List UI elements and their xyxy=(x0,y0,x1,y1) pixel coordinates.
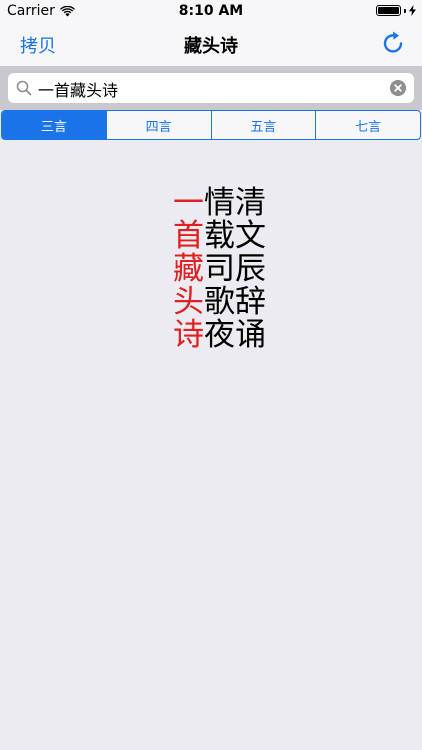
acrostic-poem: 一情清 首载文 藏司辰 头歌辞 诗夜诵 xyxy=(173,187,266,352)
search-bar: 一首藏头诗 xyxy=(0,66,422,110)
segment-three-char[interactable]: 三言 xyxy=(2,111,106,139)
poem-line: 首载文 xyxy=(173,220,266,253)
poem-line: 一情清 xyxy=(173,187,266,220)
navigation-bar: 拷贝 藏头诗 xyxy=(0,22,422,66)
battery-cap xyxy=(404,8,406,13)
clear-icon[interactable] xyxy=(390,80,406,96)
search-icon xyxy=(16,80,32,96)
battery-icon xyxy=(376,5,401,16)
status-bar: Carrier 8:10 AM xyxy=(0,0,422,22)
poem-head-char: 一 xyxy=(173,185,204,221)
poem-line-text: 情清 xyxy=(204,185,266,221)
battery-fill xyxy=(378,7,399,14)
poem-line: 诗夜诵 xyxy=(173,319,266,352)
status-time: 8:10 AM xyxy=(178,3,244,19)
poem-line-text: 歌辞 xyxy=(204,284,266,320)
refresh-icon[interactable] xyxy=(380,30,406,56)
poem-head-char: 头 xyxy=(173,284,204,320)
poem-line: 头歌辞 xyxy=(173,286,266,319)
search-value: 一首藏头诗 xyxy=(38,81,119,100)
page-title: 藏头诗 xyxy=(184,36,238,57)
poem-line: 藏司辰 xyxy=(173,253,266,286)
poem-head-char: 诗 xyxy=(173,317,204,353)
search-input[interactable]: 一首藏头诗 xyxy=(8,73,414,103)
segment-four-char[interactable]: 四言 xyxy=(105,111,211,139)
poem-line-text: 载文 xyxy=(204,218,266,254)
poem-head-char: 首 xyxy=(173,218,204,254)
poem-line-text: 司辰 xyxy=(204,251,266,287)
status-right xyxy=(376,5,416,16)
segment-five-char[interactable]: 五言 xyxy=(210,111,316,139)
charging-bolt-icon xyxy=(409,5,416,16)
poem-line-text: 夜诵 xyxy=(204,317,266,353)
poem-head-char: 藏 xyxy=(173,251,204,287)
segment-seven-char[interactable]: 七言 xyxy=(315,111,420,139)
poem-area: 一情清 首载文 藏司辰 头歌辞 诗夜诵 xyxy=(0,140,422,750)
poem-length-selector: 三言 四言 五言 七言 xyxy=(1,110,421,140)
app-screen: Carrier 8:10 AM 拷贝 藏头诗 一首藏头诗 三言 四言 五言 七言… xyxy=(0,0,422,750)
